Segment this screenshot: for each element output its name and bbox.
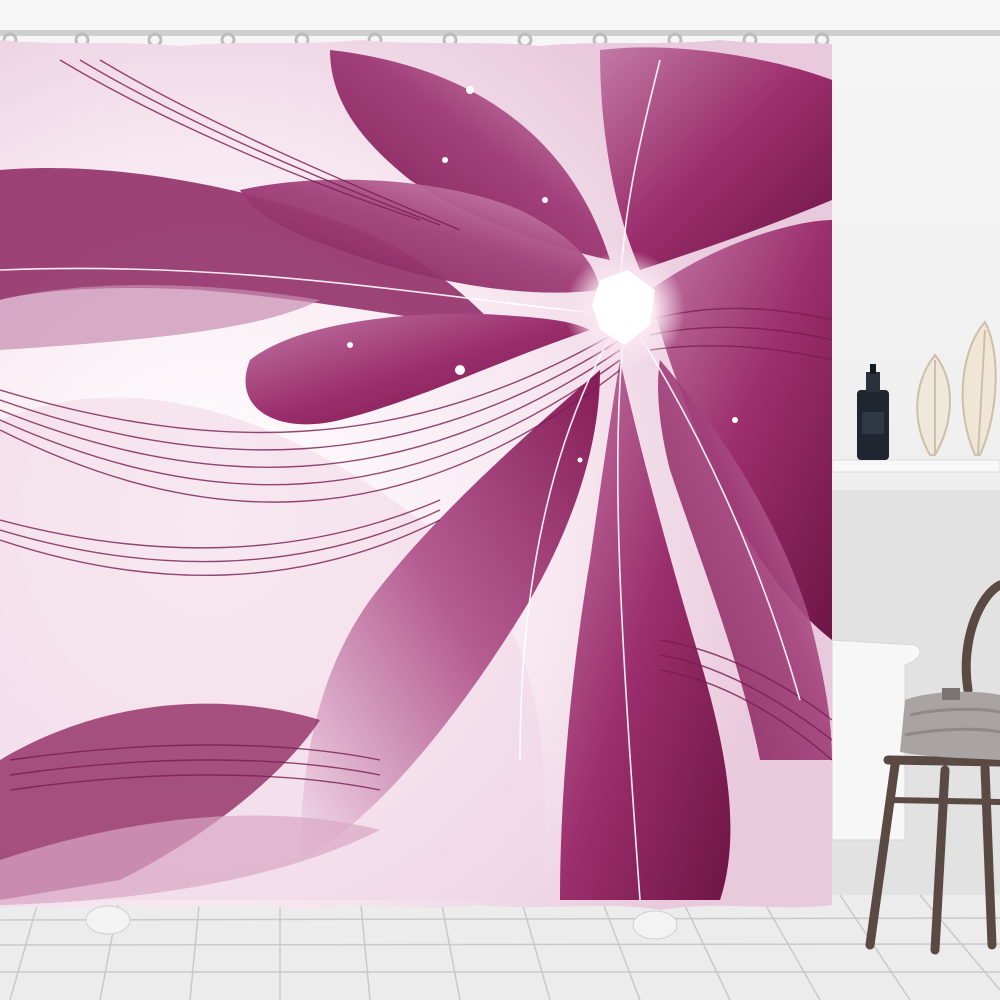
shelf — [831, 459, 1000, 473]
floor — [0, 894, 1000, 1000]
towel-icon — [900, 688, 1000, 760]
bathroom-scene — [0, 0, 1000, 1000]
shower-curtain — [0, 40, 832, 910]
